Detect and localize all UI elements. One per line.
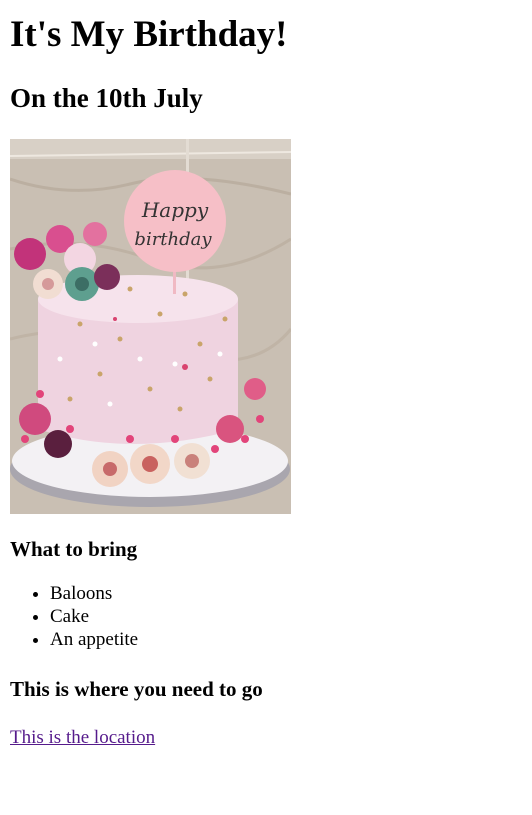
birthday-cake-photo: Happy birthday bbox=[10, 139, 291, 514]
list-item: Cake bbox=[50, 605, 522, 628]
page: It's My Birthday! On the 10th July Happy… bbox=[0, 13, 532, 749]
page-title: It's My Birthday! bbox=[10, 14, 288, 55]
list-item: An appetite bbox=[50, 628, 522, 651]
location-link[interactable]: This is the location bbox=[10, 727, 155, 748]
topper-birthday-text: birthday bbox=[134, 229, 212, 250]
bring-list: Baloons Cake An appetite bbox=[10, 582, 522, 651]
topper-happy-text: Happy bbox=[141, 198, 209, 222]
location-paragraph: This is the location bbox=[10, 726, 522, 749]
what-to-bring-heading: What to bring bbox=[10, 537, 138, 561]
date-subtitle: On the 10th July bbox=[10, 83, 203, 113]
where-to-go-heading: This is where you need to go bbox=[10, 677, 263, 701]
list-item: Baloons bbox=[50, 582, 522, 605]
